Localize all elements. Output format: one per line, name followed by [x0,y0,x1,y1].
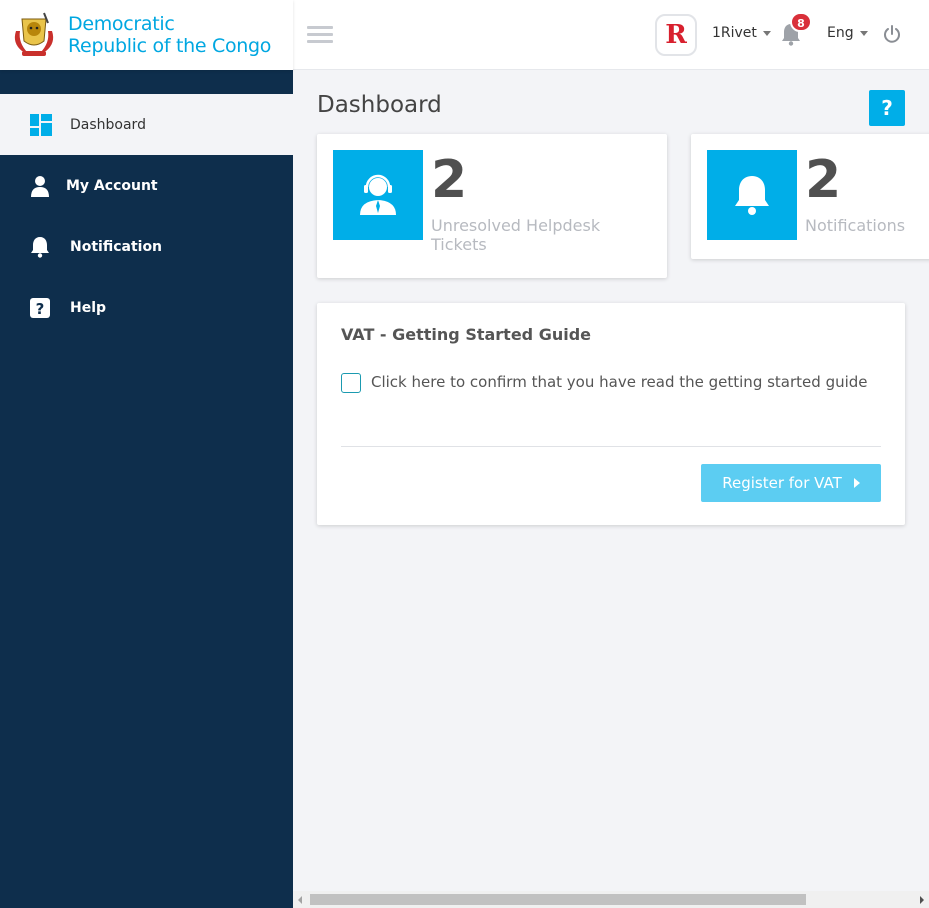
confirm-guide-checkbox[interactable] [341,373,361,393]
scrollbar-thumb[interactable] [310,894,806,905]
username-label: 1Rivet [712,25,757,41]
caret-right-icon [853,478,860,488]
question-icon: ? [30,297,50,318]
sidebar-item-notification[interactable]: Notification [0,216,293,277]
brand-header[interactable]: Democratic Republic of the Congo [0,0,293,70]
stat-label-line1: Notifications [805,216,906,235]
sidebar-item-label: My Account [66,177,158,194]
page-title: Dashboard [317,92,442,118]
bell-icon [31,236,49,258]
user-icon [31,175,49,197]
sidebar: Dashboard My Account Notification ? Help [0,70,293,908]
language-dropdown[interactable]: Eng [827,25,868,41]
horizontal-scrollbar[interactable] [293,891,929,908]
avatar-letter: R [665,20,687,50]
sidebar-item-my-account[interactable]: My Account [0,155,293,216]
menu-toggle-icon[interactable] [307,26,333,44]
sidebar-item-label: Dashboard [70,116,146,133]
notifications-label: Notifications [805,216,905,235]
notifications-count: 2 [805,150,842,210]
stat-label-line1: Unresolved Helpdesk [431,216,601,235]
helpdesk-agent-icon [333,150,423,240]
register-for-vat-button[interactable]: Register for VAT [701,464,881,502]
helpdesk-tickets-card[interactable]: 2 Unresolved Helpdesk Tickets [317,134,667,278]
notifications-card[interactable]: 2 Notifications [691,134,929,259]
user-menu-dropdown[interactable]: 1Rivet [712,25,771,41]
brand-title-line1: Democratic [68,13,175,35]
sidebar-item-label: Help [70,299,107,316]
helpdesk-tickets-count: 2 [431,150,468,210]
notification-count-badge: 8 [790,12,812,32]
stat-label-line2: Tickets [431,235,487,254]
confirm-guide-label[interactable]: Click here to confirm that you have read… [371,373,868,391]
brand-title-line2: Republic of the Congo [68,35,272,57]
scroll-right-arrow-icon[interactable] [920,896,924,904]
top-bar: R 1Rivet 8 Eng [293,0,929,70]
chevron-down-icon [762,30,771,36]
sidebar-item-help[interactable]: ? Help [0,277,293,338]
divider [341,446,881,447]
user-avatar[interactable]: R [655,14,697,56]
dashboard-grid-icon [30,113,52,136]
bell-icon [707,150,797,240]
svg-text:?: ? [36,300,45,318]
coat-of-arms-logo [8,9,60,61]
register-button-label: Register for VAT [722,474,842,492]
help-button[interactable]: ? [869,90,905,126]
helpdesk-tickets-label: Unresolved Helpdesk Tickets [431,216,600,254]
vat-guide-title: VAT - Getting Started Guide [341,325,592,344]
sidebar-item-dashboard[interactable]: Dashboard [0,94,293,155]
power-logout-icon[interactable] [882,24,902,44]
scroll-left-arrow-icon[interactable] [298,896,302,904]
brand-title: Democratic Republic of the Congo [68,13,271,57]
language-label: Eng [827,25,854,41]
chevron-down-icon [859,30,868,36]
sidebar-item-label: Notification [70,238,163,255]
vat-guide-card: VAT - Getting Started Guide Click here t… [317,303,905,525]
